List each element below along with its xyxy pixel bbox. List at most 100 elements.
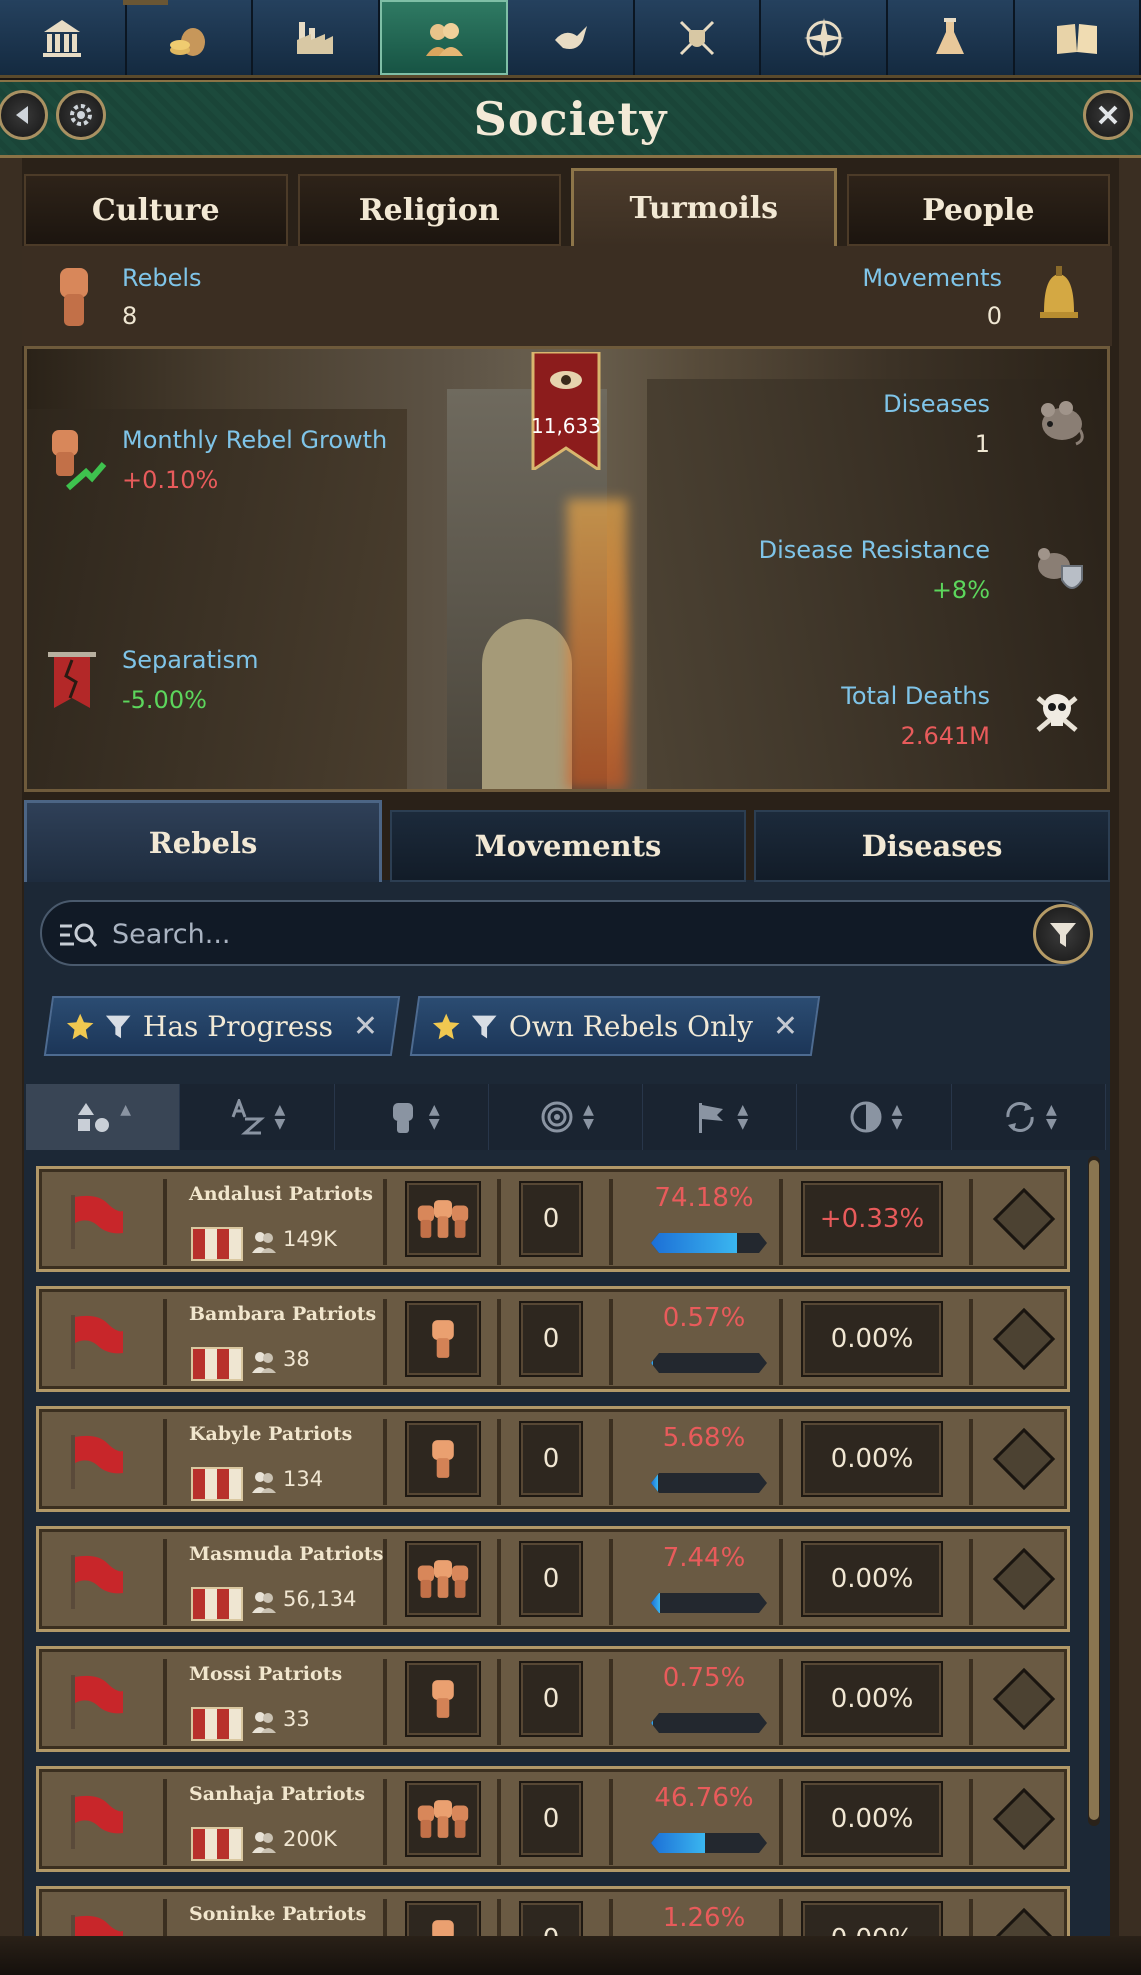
nav-economy[interactable] bbox=[126, 0, 254, 75]
nav-research[interactable] bbox=[887, 0, 1015, 75]
fist-icon bbox=[432, 1440, 454, 1478]
search-input[interactable] bbox=[112, 912, 992, 956]
sort-arrows: ▲ ▼ bbox=[583, 1102, 594, 1132]
separatism-value: -5.00% bbox=[122, 686, 207, 714]
rebel-row[interactable]: Mossi Patriots 33 0 0.75% 0.00% bbox=[36, 1646, 1070, 1752]
rebel-details-diamond-button[interactable] bbox=[992, 1787, 1056, 1851]
population-icon bbox=[252, 1712, 276, 1733]
fists-triple-icon bbox=[417, 1200, 469, 1238]
rebel-row[interactable]: Sanhaja Patriots 200K 0 46.76% 0.00% bbox=[36, 1766, 1070, 1872]
sort-by-change[interactable]: ▲ ▼ bbox=[952, 1084, 1106, 1150]
top-nav bbox=[0, 0, 1141, 78]
rebel-row[interactable]: Bambara Patriots 38 0 0.57% 0.00% bbox=[36, 1286, 1070, 1392]
country-crest-icon bbox=[191, 1707, 243, 1741]
tab-people[interactable]: People bbox=[846, 174, 1110, 246]
sort-by-target[interactable]: ▲ ▼ bbox=[489, 1084, 644, 1150]
rebel-count: 0 bbox=[519, 1541, 583, 1617]
rebel-row[interactable]: Andalusi Patriots 149K 0 74.18% +0.33% bbox=[36, 1166, 1070, 1272]
rebel-name: Kabyle Patriots bbox=[189, 1423, 353, 1445]
sort-by-name[interactable]: ▲ ▼ bbox=[180, 1084, 335, 1150]
rebel-details-diamond-button[interactable] bbox=[992, 1187, 1056, 1251]
open-book-icon bbox=[1056, 23, 1097, 54]
nav-encyclopedia[interactable] bbox=[1014, 0, 1141, 75]
sort-arrows: ▲ ▼ bbox=[737, 1102, 749, 1132]
row-divider bbox=[163, 1179, 167, 1265]
nav-diplomacy[interactable] bbox=[508, 0, 635, 75]
rebel-progress-fill bbox=[651, 1233, 737, 1253]
row-divider bbox=[779, 1179, 783, 1265]
funnel-icon bbox=[472, 1015, 497, 1039]
rebel-details-diamond-button[interactable] bbox=[992, 1547, 1056, 1611]
rebels-list: Andalusi Patriots 149K 0 74.18% +0.33% B… bbox=[36, 1166, 1072, 1936]
nav-exploration[interactable] bbox=[761, 0, 888, 75]
rebel-population: 56,134 bbox=[283, 1587, 357, 1611]
rebel-change: 0.00% bbox=[801, 1661, 943, 1737]
fist-icon bbox=[432, 1920, 454, 1936]
filter-button[interactable] bbox=[1033, 904, 1093, 964]
rebel-details-diamond-button[interactable] bbox=[992, 1667, 1056, 1731]
rebel-progress-bar bbox=[651, 1593, 767, 1613]
bottom-frame bbox=[0, 1936, 1141, 1975]
rebel-row[interactable]: Kabyle Patriots 134 0 5.68% 0.00% bbox=[36, 1406, 1070, 1512]
tab-religion[interactable]: Religion bbox=[297, 174, 561, 246]
rebel-progress-percent: 1.26% bbox=[662, 1903, 746, 1933]
row-divider bbox=[383, 1179, 387, 1265]
rebel-row[interactable]: Soninke Patriots 0 1.26% 0.00% bbox=[36, 1886, 1070, 1936]
row-divider bbox=[383, 1419, 387, 1505]
flask-icon bbox=[936, 17, 965, 54]
tab-culture[interactable]: Culture bbox=[24, 174, 288, 246]
row-divider bbox=[497, 1899, 501, 1936]
raised-fist-icon bbox=[60, 268, 88, 326]
row-divider bbox=[779, 1419, 783, 1505]
rebel-progress-percent: 74.18% bbox=[654, 1183, 754, 1213]
row-divider bbox=[163, 1659, 167, 1745]
rebel-details-diamond-button[interactable] bbox=[992, 1907, 1056, 1936]
nav-military[interactable] bbox=[634, 0, 762, 75]
rebel-progress-fill bbox=[651, 1473, 658, 1493]
filter-chip-label: Own Rebels Only bbox=[508, 1009, 753, 1043]
sub-tabs: Rebels Movements Diseases bbox=[24, 800, 1110, 882]
remove-filter-icon[interactable]: ✕ bbox=[353, 1009, 378, 1044]
rebel-progress-percent: 0.75% bbox=[662, 1663, 746, 1693]
rebel-details-diamond-button[interactable] bbox=[992, 1307, 1056, 1371]
tab-turmoils[interactable]: Turmoils bbox=[571, 168, 837, 246]
rebels-value: 8 bbox=[122, 302, 138, 330]
filter-chip-has-progress[interactable]: Has Progress ✕ bbox=[43, 996, 401, 1056]
rebel-count: 0 bbox=[519, 1421, 583, 1497]
close-button[interactable] bbox=[1083, 90, 1133, 140]
shapes-sort-icon bbox=[78, 1103, 110, 1132]
rebel-change: 0.00% bbox=[801, 1541, 943, 1617]
tab-movements[interactable]: Movements bbox=[390, 810, 746, 882]
row-divider bbox=[969, 1899, 973, 1936]
sort-by-type[interactable]: ▲ bbox=[26, 1084, 181, 1150]
nav-government[interactable] bbox=[0, 0, 127, 75]
rebel-details-diamond-button[interactable] bbox=[992, 1427, 1056, 1491]
sort-arrows: ▲ ▼ bbox=[428, 1102, 440, 1132]
star-icon bbox=[432, 1013, 460, 1040]
sort-by-flag[interactable]: ▲ ▼ bbox=[643, 1084, 798, 1150]
filter-chip-own-rebels[interactable]: Own Rebels Only ✕ bbox=[409, 996, 821, 1056]
rebel-flag-icon bbox=[71, 1435, 123, 1489]
nav-production[interactable] bbox=[253, 0, 380, 75]
rebel-change: 0.00% bbox=[801, 1301, 943, 1377]
scene-archway bbox=[482, 619, 572, 789]
tab-diseases[interactable]: Diseases bbox=[754, 810, 1110, 882]
rebel-change: 0.00% bbox=[801, 1421, 943, 1497]
main-tabs: Culture Religion Turmoils People bbox=[22, 168, 1112, 246]
scrollbar-thumb[interactable] bbox=[1089, 1160, 1099, 1820]
row-divider bbox=[383, 1899, 387, 1936]
nav-society[interactable] bbox=[379, 0, 509, 75]
sort-by-progress[interactable]: ▲ ▼ bbox=[797, 1084, 952, 1150]
row-divider bbox=[609, 1659, 613, 1745]
rebel-flag-icon bbox=[71, 1555, 123, 1609]
tab-rebels[interactable]: Rebels bbox=[24, 800, 382, 882]
rebel-row[interactable]: Masmuda Patriots 56,134 0 7.44% 0.00% bbox=[36, 1526, 1070, 1632]
rebel-flag-icon bbox=[71, 1915, 123, 1936]
fists-triple-icon bbox=[417, 1800, 469, 1838]
row-divider bbox=[969, 1659, 973, 1745]
alphabet-sort-icon bbox=[231, 1099, 265, 1135]
remove-filter-icon[interactable]: ✕ bbox=[773, 1009, 798, 1044]
sort-by-strength[interactable]: ▲ ▼ bbox=[335, 1084, 489, 1150]
fist-icon bbox=[432, 1320, 454, 1358]
filter-chip-label: Has Progress bbox=[142, 1009, 333, 1043]
